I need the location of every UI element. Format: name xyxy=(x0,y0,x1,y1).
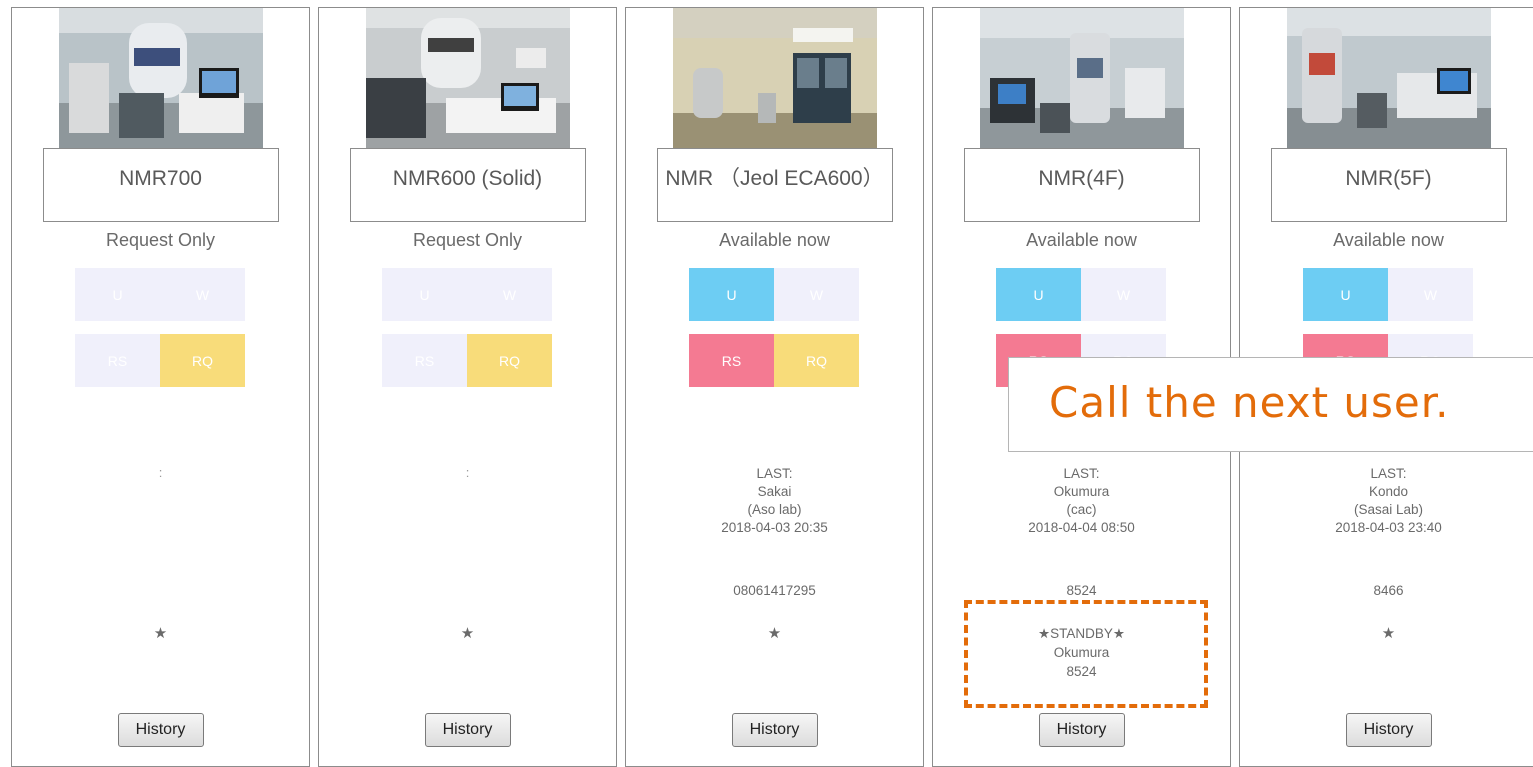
star-icon: ★ xyxy=(460,625,475,642)
phone-number: 8524 xyxy=(1066,583,1097,598)
instrument-photo xyxy=(58,8,263,148)
star-icon: ★ xyxy=(153,625,168,642)
instrument-card: NMR700 Request Only U W RS RQ : ★ Histor… xyxy=(11,7,310,767)
availability-status: Request Only xyxy=(105,230,216,250)
history-button[interactable]: History xyxy=(1038,713,1125,747)
tile-w[interactable]: W xyxy=(160,268,245,321)
last-time: 2018-04-03 20:35 xyxy=(721,520,828,535)
last-time: 2018-04-03 23:40 xyxy=(1335,520,1442,535)
instrument-name: NMR700 xyxy=(42,148,279,222)
availability-status: Request Only xyxy=(412,230,523,250)
instrument-photo xyxy=(1286,8,1491,148)
instrument-photo xyxy=(979,8,1184,148)
separator: : xyxy=(465,465,470,480)
last-label: LAST: xyxy=(1370,466,1407,481)
tile-rq[interactable]: RQ xyxy=(467,334,552,387)
tile-rs[interactable]: RS xyxy=(75,334,160,387)
instrument-card: NMR600 (Solid) Request Only U W RS RQ : … xyxy=(318,7,617,767)
tile-u[interactable]: U xyxy=(75,268,160,321)
last-user: Kondo xyxy=(1368,484,1409,499)
availability-status: Available now xyxy=(719,230,830,250)
star-icon: ★ xyxy=(1381,625,1396,642)
history-button[interactable]: History xyxy=(117,713,204,747)
phone-number: 08061417295 xyxy=(733,583,816,598)
instrument-name: NMR （Jeol ECA600） xyxy=(656,148,893,222)
history-button[interactable]: History xyxy=(731,713,818,747)
tile-w[interactable]: W xyxy=(1081,268,1166,321)
last-label: LAST: xyxy=(756,466,793,481)
tile-rs[interactable]: RS xyxy=(689,334,774,387)
instrument-card: NMR （Jeol ECA600） Available now U W RS R… xyxy=(625,7,924,767)
last-lab: (Aso lab) xyxy=(747,502,802,517)
last-user: Sakai xyxy=(757,484,792,499)
last-label: LAST: xyxy=(1063,466,1100,481)
last-user-info: LAST: Kondo (Sasai Lab) 2018-04-03 23:40 xyxy=(1240,465,1533,537)
star-icon: ★ xyxy=(767,625,782,642)
tile-w[interactable]: W xyxy=(774,268,859,321)
last-lab: (Sasai Lab) xyxy=(1353,502,1424,517)
instrument-photo xyxy=(672,8,877,148)
instrument-name: NMR(5F) xyxy=(1270,148,1507,222)
instrument-name: NMR(4F) xyxy=(963,148,1200,222)
tile-rs[interactable]: RS xyxy=(382,334,467,387)
history-button[interactable]: History xyxy=(424,713,511,747)
last-user-info: LAST: Okumura (cac) 2018-04-04 08:50 xyxy=(933,465,1230,537)
callout-box: Call the next user. xyxy=(1008,357,1533,452)
instrument-photo xyxy=(365,8,570,148)
last-user-info: LAST: Sakai (Aso lab) 2018-04-03 20:35 xyxy=(626,465,923,537)
tile-w[interactable]: W xyxy=(467,268,552,321)
last-user: Okumura xyxy=(1053,484,1110,499)
last-lab: (cac) xyxy=(1066,502,1097,517)
standby-highlight xyxy=(964,600,1208,708)
instrument-name: NMR600 (Solid) xyxy=(349,148,586,222)
availability-status: Available now xyxy=(1026,230,1137,250)
tile-u[interactable]: U xyxy=(689,268,774,321)
tile-rq[interactable]: RQ xyxy=(774,334,859,387)
tile-u[interactable]: U xyxy=(996,268,1081,321)
tile-rq[interactable]: RQ xyxy=(160,334,245,387)
history-button[interactable]: History xyxy=(1345,713,1432,747)
tile-u[interactable]: U xyxy=(1303,268,1388,321)
phone-number: 8466 xyxy=(1373,583,1404,598)
availability-status: Available now xyxy=(1333,230,1444,250)
separator: : xyxy=(158,465,163,480)
last-time: 2018-04-04 08:50 xyxy=(1028,520,1135,535)
tile-u[interactable]: U xyxy=(382,268,467,321)
tile-w[interactable]: W xyxy=(1388,268,1473,321)
